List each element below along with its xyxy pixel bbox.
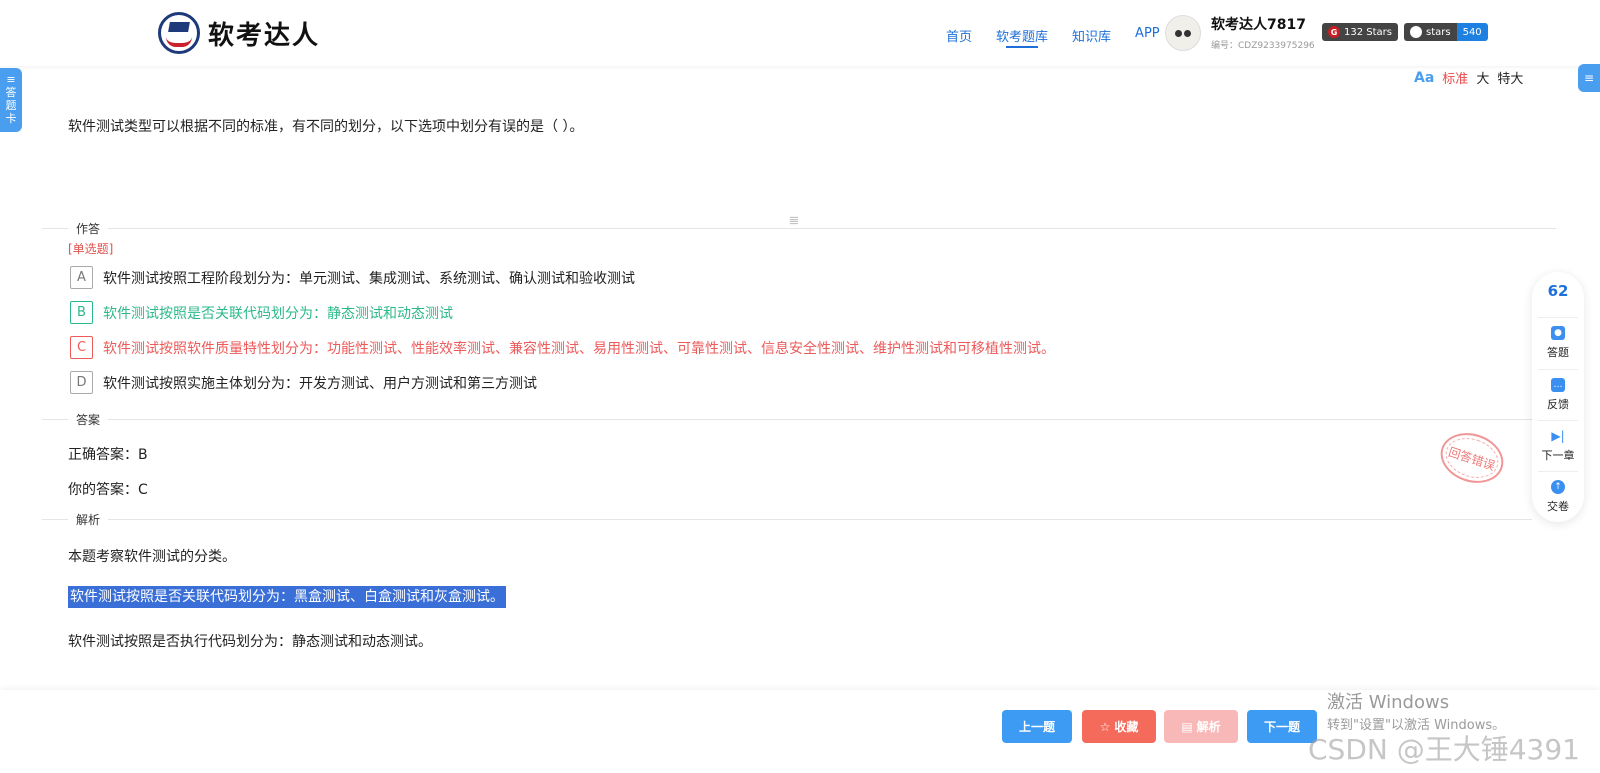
drag-handle-icon[interactable]: ═ ═ — [790, 213, 808, 230]
font-size-selector: Aa 标准 大 特大 — [1414, 68, 1523, 88]
nav-home[interactable]: 首页 — [946, 26, 972, 45]
font-size-standard[interactable]: 标准 — [1442, 68, 1468, 87]
section-divider — [42, 419, 1532, 420]
section-divider — [42, 519, 1532, 520]
repo-badges: G 132 Stars stars 540 — [1322, 23, 1488, 41]
csdn-watermark: CSDN @王大锤4391 — [1308, 733, 1580, 766]
section-divider — [42, 228, 1556, 229]
option-letter: B — [70, 301, 93, 324]
font-size-large[interactable]: 大 — [1476, 68, 1489, 87]
feedback-button[interactable]: … 反馈 — [1538, 368, 1578, 420]
main-nav: 首页 软考题库 知识库 APP — [946, 26, 1160, 48]
option-c[interactable]: C 软件测试按照软件质量特性划分为：功能性测试、性能效率测试、兼容性测试、易用性… — [70, 336, 1055, 359]
gitee-stars-badge[interactable]: G 132 Stars — [1322, 23, 1398, 41]
gitee-stars-text: 132 Stars — [1344, 26, 1392, 38]
option-a[interactable]: A 软件测试按照工程阶段划分为：单元测试、集成测试、系统测试、确认测试和验收测试 — [70, 266, 635, 289]
analysis-line: 本题考察软件测试的分类。 — [68, 549, 236, 565]
analysis-line: 软件测试按照是否执行代码划分为：静态测试和动态测试。 — [68, 634, 432, 650]
avatar[interactable] — [1165, 14, 1201, 51]
correct-answer: 正确答案：B — [68, 447, 148, 463]
menu-icon: ≡ — [1583, 71, 1595, 85]
skip-next-icon: ▶| — [1551, 428, 1565, 443]
font-size-icon: Aa — [1414, 69, 1435, 86]
top-header: 软考达人 首页 软考题库 知识库 APP 软考达人7817 编号：CDZ9233… — [0, 0, 1600, 66]
option-letter: D — [70, 371, 93, 394]
nav-app[interactable]: APP — [1135, 26, 1160, 45]
chat-icon: … — [1551, 377, 1565, 392]
user-id: 编号：CDZ9233975296 — [1211, 41, 1315, 51]
favorite-button[interactable]: ☆ 收藏 — [1082, 710, 1156, 743]
question-text: 软件测试类型可以根据不同的标准，有不同的划分，以下选项中划分有误的是（ ）。 — [68, 119, 584, 135]
logo-icon — [158, 12, 200, 54]
github-stars-count: 540 — [1456, 23, 1488, 41]
menu-icon: ≡ — [6, 73, 16, 86]
option-text: 软件测试按照实施主体划分为：开发方测试、用户方测试和第三方测试 — [103, 375, 537, 392]
github-icon — [1409, 26, 1422, 38]
github-stars-badge[interactable]: stars 540 — [1403, 23, 1488, 41]
prev-question-button[interactable]: 上一题 — [1002, 710, 1072, 743]
option-letter: C — [70, 336, 93, 359]
nav-questions[interactable]: 软考题库 — [996, 26, 1048, 48]
next-question-button[interactable]: 下一题 — [1247, 710, 1317, 743]
star-icon: ☆ — [1099, 719, 1111, 734]
wrong-answer-stamp: 回答错误 — [1434, 425, 1510, 491]
user-profile[interactable]: 软考达人7817 编号：CDZ9233975296 — [1165, 14, 1315, 51]
option-d[interactable]: D 软件测试按照实施主体划分为：开发方测试、用户方测试和第三方测试 — [70, 371, 537, 394]
windows-activation-title: 激活 Windows — [1327, 692, 1450, 713]
analysis-line-highlighted: 软件测试按照是否关联代码划分为：黑盒测试、白盒测试和灰盒测试。 — [68, 586, 506, 608]
answer-icon: ● — [1551, 326, 1565, 341]
your-answer: 你的答案：C — [68, 482, 148, 498]
question-type: [单选题] — [68, 242, 114, 256]
right-menu-tab[interactable]: ≡ — [1578, 64, 1600, 92]
option-text: 软件测试按照工程阶段划分为：单元测试、集成测试、系统测试、确认测试和验收测试 — [103, 270, 635, 287]
answer-button[interactable]: ● 答题 — [1538, 317, 1578, 368]
user-name: 软考达人7817 — [1211, 17, 1306, 33]
section-label-answer-area: 作答 — [68, 220, 109, 237]
question-count: 62 — [1547, 282, 1569, 300]
answer-card-tab[interactable]: ≡ 答 题 卡 — [0, 68, 22, 132]
brand-name: 软考达人 — [208, 20, 321, 51]
site-logo[interactable]: 软考达人 — [158, 12, 320, 54]
option-text: 软件测试按照软件质量特性划分为：功能性测试、性能效率测试、兼容性测试、易用性测试… — [103, 340, 1055, 357]
analysis-button[interactable]: ▤ 解析 — [1164, 710, 1238, 743]
section-label-answer: 答案 — [68, 411, 109, 428]
submit-button[interactable]: ↑ 交卷 — [1538, 470, 1578, 522]
font-size-xlarge[interactable]: 特大 — [1497, 68, 1523, 87]
document-icon: ▤ — [1181, 719, 1193, 734]
nav-knowledge[interactable]: 知识库 — [1072, 26, 1111, 45]
option-b[interactable]: B 软件测试按照是否关联代码划分为：静态测试和动态测试 — [70, 301, 453, 324]
github-stars-label: stars — [1425, 26, 1451, 38]
floating-toolbar: 62 ● 答题 … 反馈 ▶| 下一章 ↑ 交卷 — [1532, 272, 1584, 522]
option-text: 软件测试按照是否关联代码划分为：静态测试和动态测试 — [103, 305, 453, 322]
option-letter: A — [70, 266, 93, 289]
gitee-icon: G — [1328, 26, 1340, 38]
next-chapter-button[interactable]: ▶| 下一章 — [1538, 419, 1578, 471]
section-label-analysis: 解析 — [68, 511, 109, 528]
arrow-up-icon: ↑ — [1551, 479, 1565, 494]
